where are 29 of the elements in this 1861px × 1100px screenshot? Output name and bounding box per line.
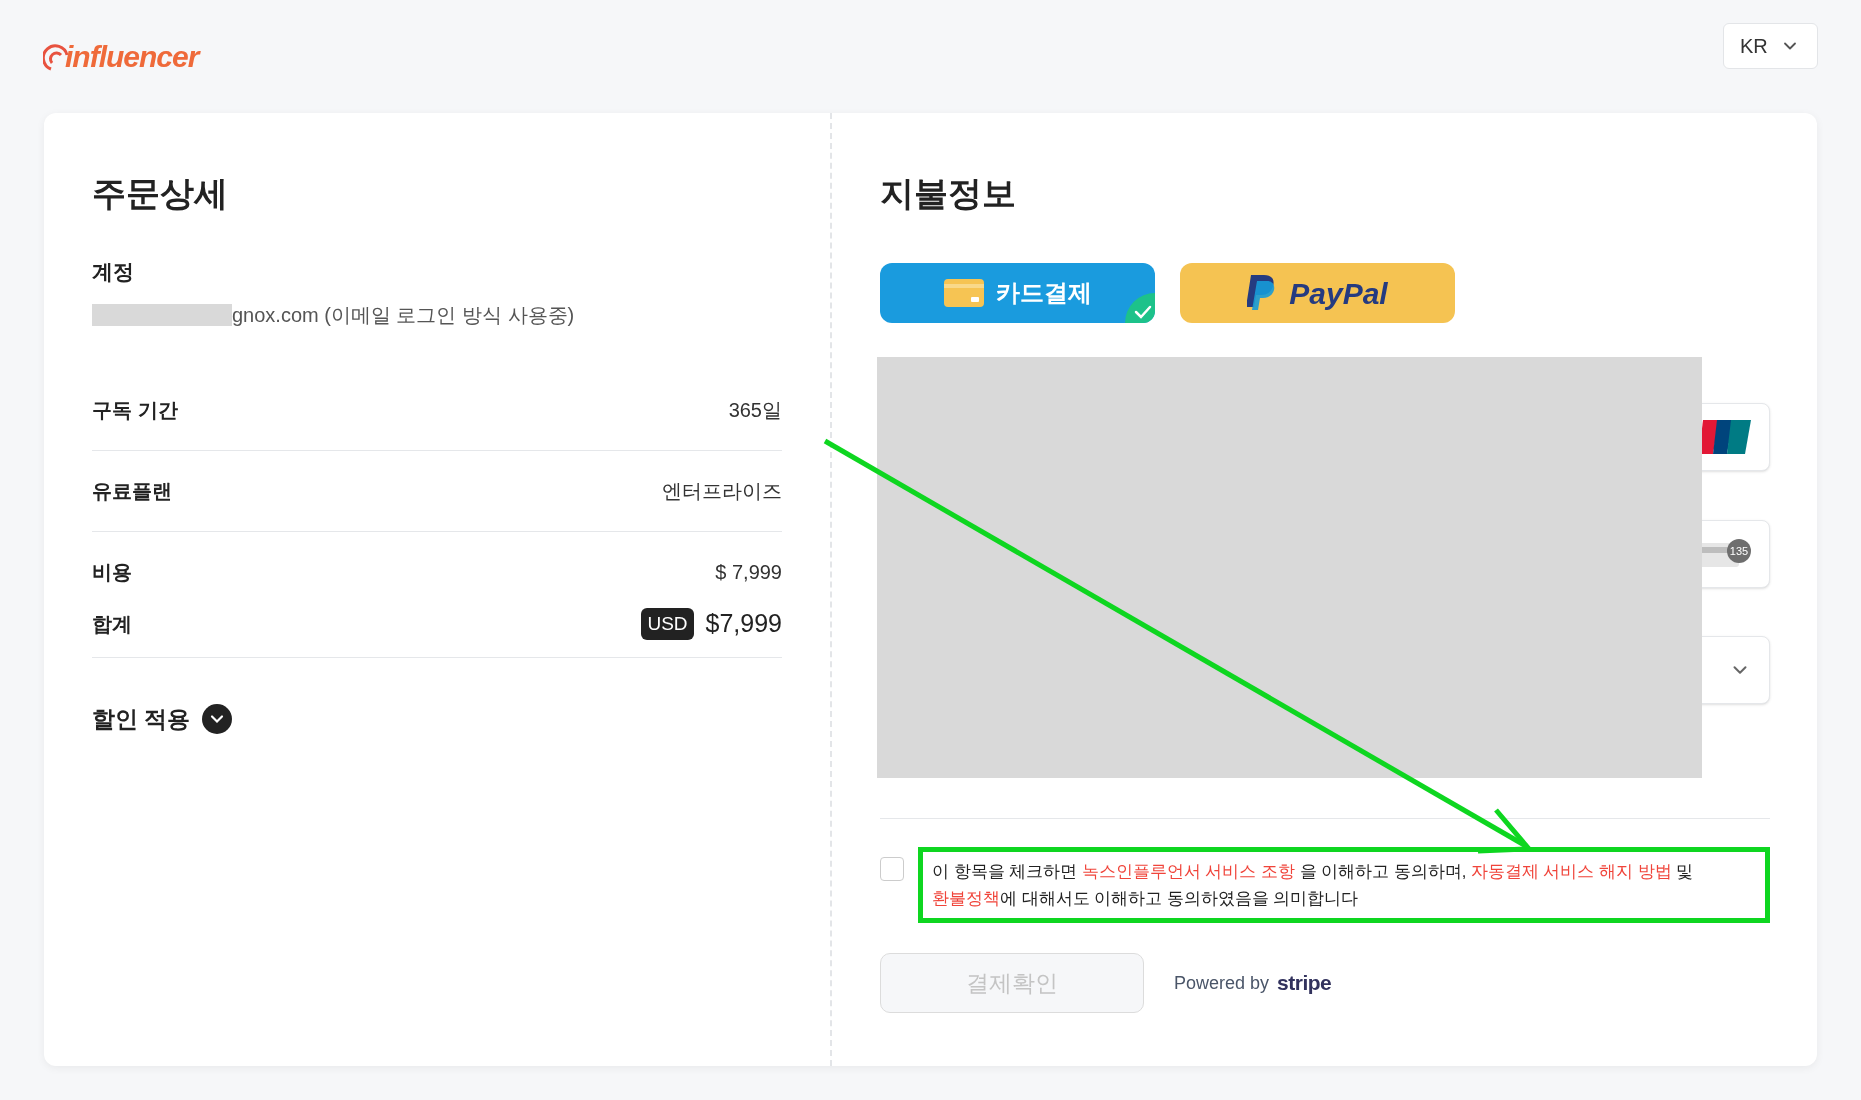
discount-toggle[interactable]: 할인 적용 [92,701,233,736]
powered-by-text: Powered by [1174,971,1270,995]
selected-check-icon [1125,293,1155,323]
consent-text: 이 항목을 체크하면 녹스인플루언서 서비스 조항 을 이해하고 동의하며, 자동결제 서비스 해지 방법 및 환불정책에 대해서도 이해하고 동의하였음을 의미합니다 [932,861,1695,909]
policy-link[interactable]: 환불정책 [932,889,1000,907]
row-label: 유료플랜 [92,478,172,504]
logo[interactable]: influencer [43,33,199,79]
order-details-title: 주문상세 [92,173,229,214]
row-label: 구독 기간 [92,397,178,423]
row-value: 365일 [728,397,782,423]
account-email: gnox.com (이메일 로그인 방식 사용중) [232,302,575,328]
total-amount: $7,999 [705,608,782,640]
row-label: 비용 [92,559,132,585]
row-value: $ 7,999 [715,559,782,585]
stripe-logo: stripe [1277,970,1332,997]
policy-link[interactable]: 자동결제 서비스 해지 방법 [1470,862,1672,880]
total-label: 합계 [92,612,132,637]
cvc-hint: 135 [1727,539,1751,563]
currency-badge: USD [641,607,694,641]
language-select[interactable]: KR [1723,23,1818,69]
payment-info-title: 지불정보 [880,173,1017,214]
paypal-tab[interactable]: PayPal [1180,263,1455,323]
row-value: 엔터프라이즈 [662,478,782,504]
card-payment-tab[interactable]: 카드결제 [880,263,1155,323]
account-label: 계정 [92,259,135,285]
consent-checkbox[interactable] [880,857,904,881]
card-brand-icon [1699,420,1751,454]
credit-card-icon [943,279,984,307]
policy-link[interactable]: 녹스인플루언서 서비스 조항 [1081,862,1295,880]
